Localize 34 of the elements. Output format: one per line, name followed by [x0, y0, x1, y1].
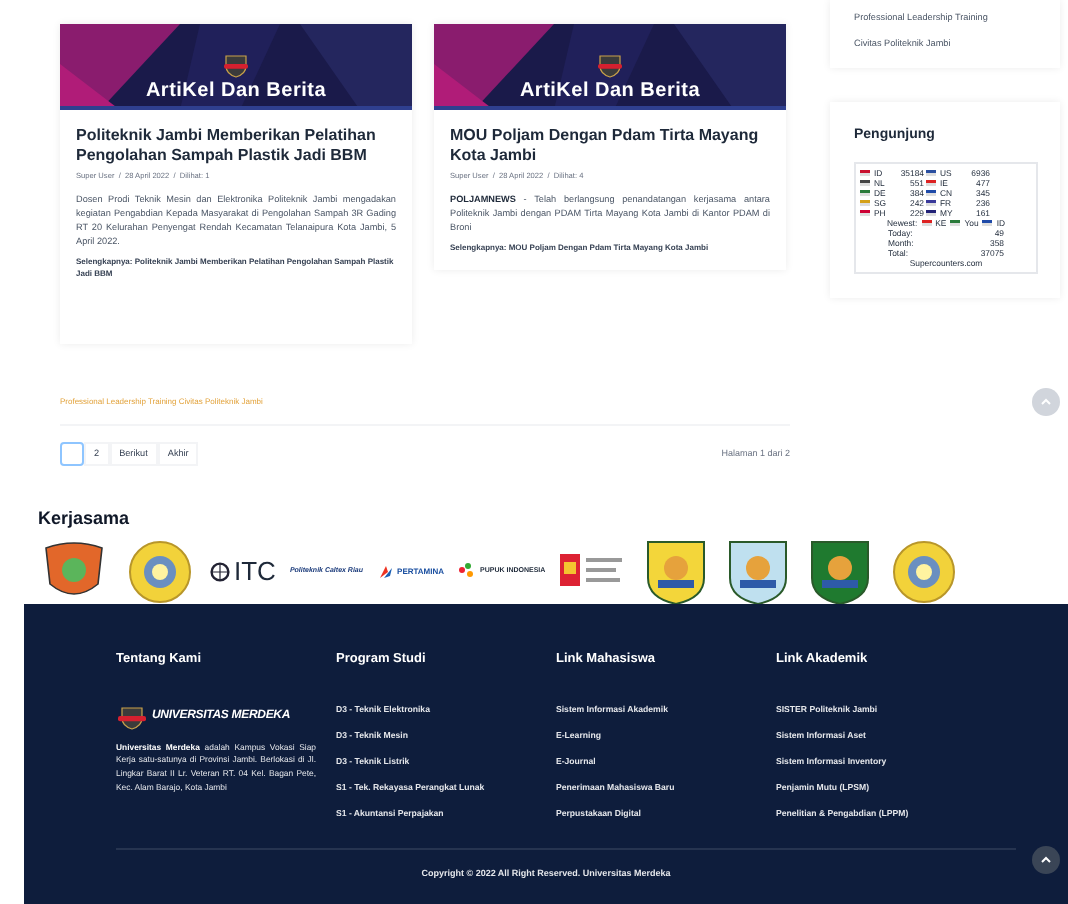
flag-icon — [860, 180, 870, 187]
arrow-logo-icon — [377, 563, 394, 579]
section-title: Kerjasama — [38, 506, 132, 532]
seal-logo — [887, 537, 960, 605]
flag-icon — [860, 210, 870, 217]
article-title[interactable]: MOU Poljam Dengan Pdam Tirta Mayang Kota Jambi — [450, 126, 770, 165]
globe-icon — [210, 561, 230, 581]
seal-logo — [124, 537, 196, 605]
shield-icon — [116, 705, 148, 730]
flag-icon — [926, 210, 936, 217]
shield-icon — [222, 54, 250, 78]
shield-logo — [641, 537, 710, 605]
flag-icon — [926, 200, 936, 207]
page-button[interactable] — [60, 442, 84, 466]
chevron-up-icon — [1040, 398, 1052, 406]
flag-icon — [926, 170, 936, 177]
flag-icon — [926, 180, 936, 187]
flag-icon — [860, 200, 870, 207]
chevron-up-icon — [1040, 856, 1052, 864]
banner-title: ArtiKel Dan Berita — [145, 82, 327, 102]
emblem-logo — [559, 551, 628, 591]
flag-icon — [860, 190, 870, 197]
flag-icon — [950, 220, 961, 227]
shield-logo — [723, 537, 792, 605]
flag-icon — [982, 220, 993, 227]
flag-icon — [921, 220, 932, 227]
banner-title: ArtiKel Dan Berita — [519, 82, 701, 102]
flag-icon — [926, 190, 936, 197]
shield-icon — [596, 54, 624, 78]
article-title[interactable]: Politeknik Jambi Memberikan Pelatihan Pengolahan Sampah Plastik Jadi BBM — [76, 126, 396, 165]
flag-icon — [860, 170, 870, 177]
logo-wordmark: ITC — [234, 553, 276, 590]
shield-logo — [805, 537, 874, 605]
dots-icon — [458, 562, 477, 580]
